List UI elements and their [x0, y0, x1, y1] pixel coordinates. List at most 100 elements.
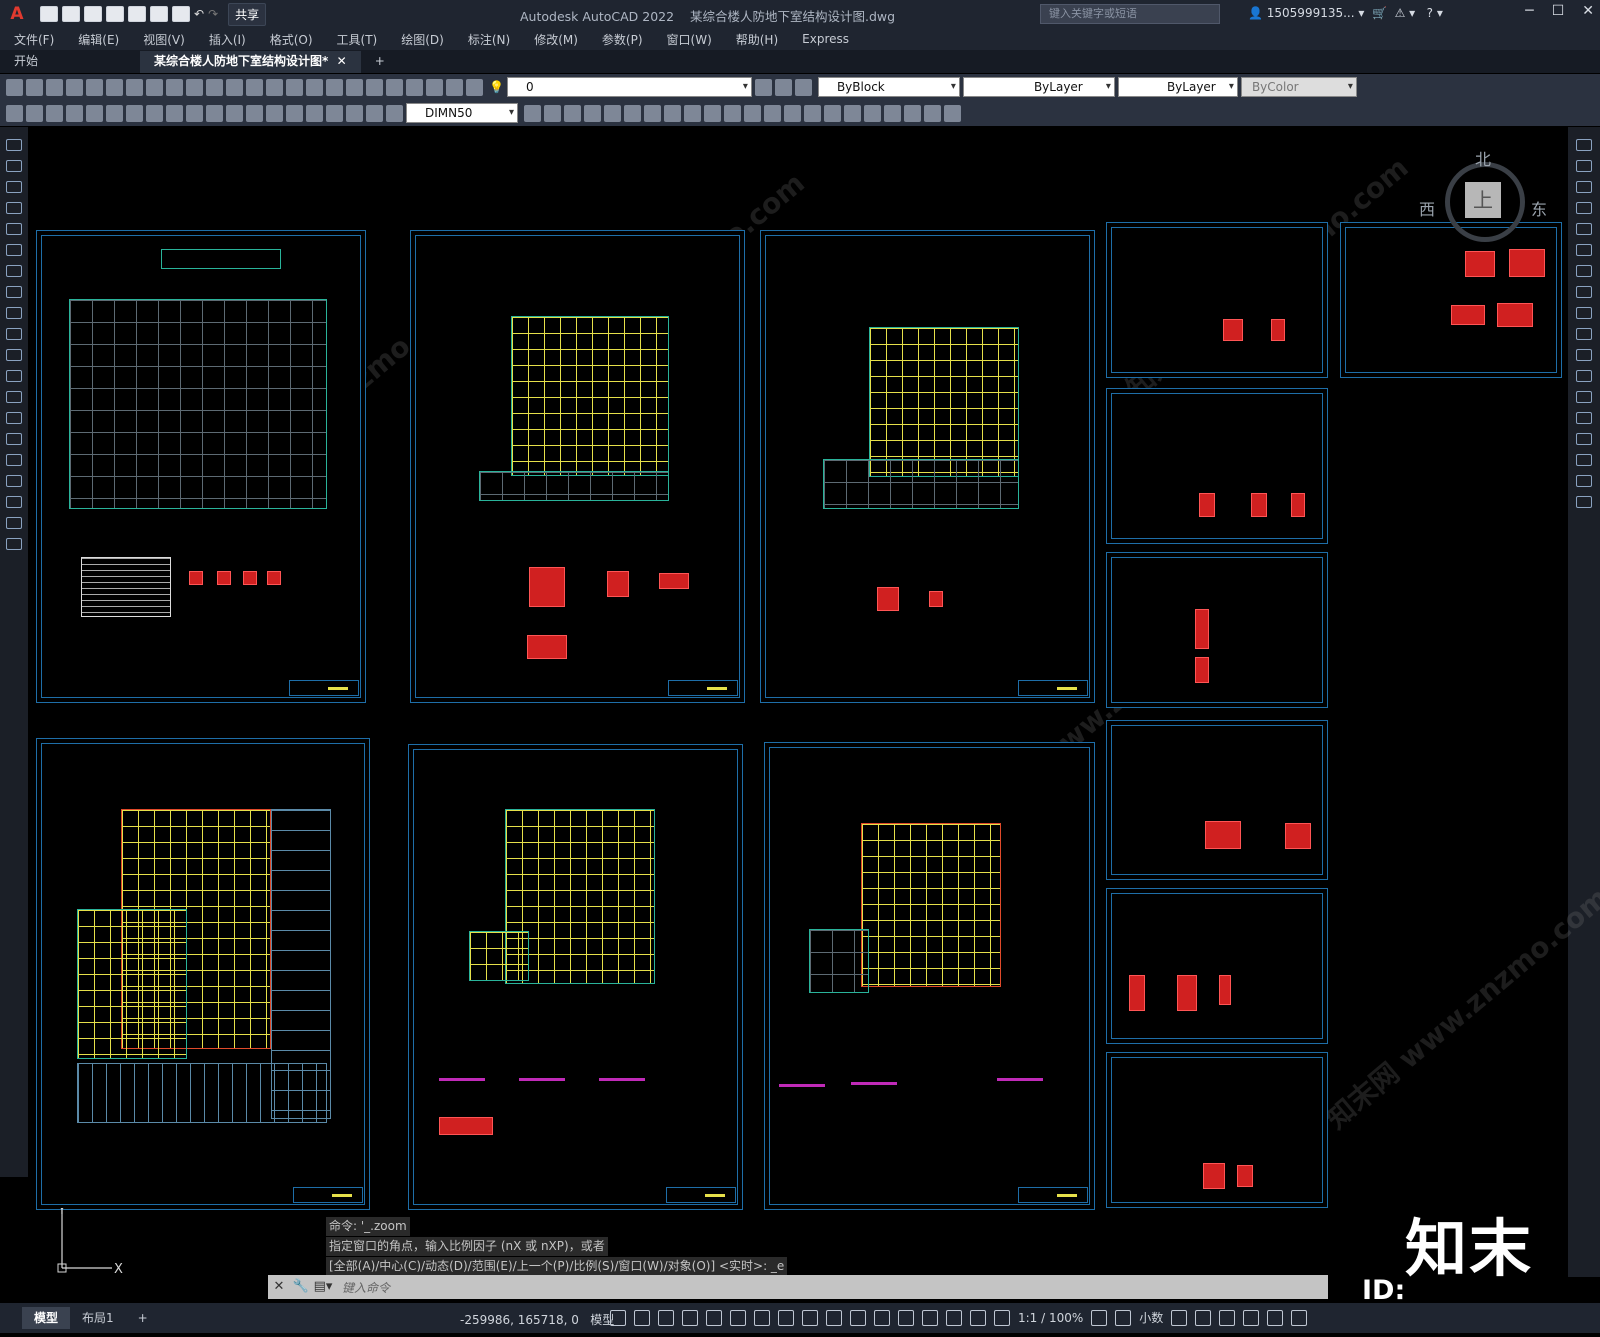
rotate-icon[interactable] — [644, 104, 661, 122]
mtext-icon[interactable] — [6, 517, 22, 529]
scale-icon[interactable] — [664, 104, 681, 122]
close-icon[interactable]: ✕ — [1582, 3, 1594, 19]
drawing-sheet-13[interactable] — [1106, 1052, 1328, 1208]
fillet-icon[interactable] — [1576, 454, 1592, 466]
3dprint-icon[interactable] — [126, 78, 143, 96]
erase-icon[interactable] — [1576, 139, 1592, 151]
array-icon[interactable] — [1576, 223, 1592, 235]
dim-aligned-icon[interactable] — [26, 104, 43, 122]
3dosnap-icon[interactable] — [874, 1309, 890, 1326]
print-icon[interactable] — [66, 78, 83, 96]
zoom-window-icon[interactable] — [326, 78, 343, 96]
add-selected-icon[interactable] — [6, 538, 22, 550]
quick-dim-icon[interactable] — [166, 104, 183, 122]
preview-icon[interactable] — [86, 78, 103, 96]
menu-parametric[interactable]: 参数(P) — [602, 31, 643, 48]
web-save-icon[interactable] — [150, 6, 168, 22]
layer-state-icon[interactable] — [774, 78, 792, 96]
dim-baseline-icon[interactable] — [186, 104, 203, 122]
dim-edit-icon[interactable] — [346, 104, 363, 122]
menu-modify[interactable]: 修改(M) — [534, 31, 578, 48]
new-tab-button[interactable]: + — [361, 51, 399, 73]
polygon-icon[interactable] — [6, 202, 22, 214]
autocad-logo-icon[interactable]: A — [4, 3, 30, 25]
dim-update-icon[interactable] — [386, 104, 403, 122]
dim-radius-icon[interactable] — [86, 104, 103, 122]
region-icon[interactable] — [6, 475, 22, 487]
user-account[interactable]: 👤 1505999135... ▾ 🛒 ⚠ ▾ ? ▾ — [1248, 6, 1443, 20]
block-editor-icon[interactable] — [226, 78, 243, 96]
menu-format[interactable]: 格式(O) — [270, 31, 313, 48]
gizmo-icon[interactable] — [946, 1309, 962, 1326]
mirror-icon[interactable] — [1576, 181, 1592, 193]
drawing-sheet-8[interactable] — [36, 738, 370, 1210]
measure-icon[interactable] — [884, 104, 901, 122]
recent-commands-icon[interactable]: ▤▾ — [312, 1276, 334, 1298]
area-icon[interactable] — [904, 104, 921, 122]
web-open-icon[interactable] — [128, 6, 146, 22]
workspace-gear-icon[interactable] — [1091, 1309, 1108, 1326]
circle-icon[interactable] — [6, 265, 22, 277]
drawing-sheet-7[interactable] — [1106, 552, 1328, 708]
layer-previous-icon[interactable] — [754, 78, 772, 96]
drawing-sheet-3[interactable] — [760, 230, 1095, 703]
annotation-scale[interactable]: 1:1 / 100% — [1018, 1311, 1083, 1325]
spline-icon[interactable] — [6, 307, 22, 319]
publish-icon[interactable] — [106, 78, 123, 96]
drawing-sheet-11[interactable] — [1106, 720, 1328, 880]
save-icon[interactable] — [46, 78, 63, 96]
chamfer-icon[interactable] — [784, 104, 801, 122]
center-mark-icon[interactable] — [286, 104, 303, 122]
menu-window[interactable]: 窗口(W) — [667, 31, 712, 48]
table-icon[interactable] — [6, 496, 22, 508]
command-line[interactable]: ✕ 🔧 ▤▾ 键入命令 — [268, 1275, 1328, 1299]
isodraft-icon[interactable] — [730, 1309, 746, 1326]
dim-angular-icon[interactable] — [146, 104, 163, 122]
explode-icon[interactable] — [1576, 496, 1592, 508]
polyline-icon[interactable] — [6, 181, 22, 193]
redo-icon[interactable] — [266, 78, 283, 96]
coordinates-readout[interactable]: -259986, 165718, 0 模型 — [460, 1311, 614, 1328]
tab-layout1[interactable]: 布局1 — [70, 1307, 126, 1329]
offset-icon[interactable] — [1576, 202, 1592, 214]
offset-icon[interactable] — [584, 104, 601, 122]
copy-object-icon[interactable] — [544, 104, 561, 122]
lock-ui-icon[interactable] — [1195, 1309, 1212, 1326]
break-icon[interactable] — [1576, 391, 1592, 403]
line-icon[interactable] — [6, 139, 22, 151]
lineweight-icon[interactable] — [802, 1309, 818, 1326]
viewcube-top-face[interactable]: 上 — [1465, 182, 1501, 218]
dim-jogged-icon[interactable] — [106, 104, 123, 122]
new-icon[interactable] — [6, 78, 23, 96]
drawing-sheet-12[interactable] — [1106, 888, 1328, 1044]
calc-icon[interactable] — [446, 78, 463, 96]
stretch-icon[interactable] — [684, 104, 701, 122]
compass-east[interactable]: 东 — [1531, 196, 1547, 220]
hatch-icon[interactable] — [6, 433, 22, 445]
dim-continue-icon[interactable] — [206, 104, 223, 122]
extend-icon[interactable] — [1576, 349, 1592, 361]
toolpalette-icon[interactable] — [386, 78, 403, 96]
menu-draw[interactable]: 绘图(D) — [401, 31, 444, 48]
extend-icon[interactable] — [724, 104, 741, 122]
blend-icon[interactable] — [1576, 475, 1592, 487]
tab-start[interactable]: 开始 — [0, 51, 140, 73]
drawing-sheet-9[interactable] — [408, 744, 743, 1210]
color-dropdown[interactable]: ByBlock — [817, 77, 960, 97]
graphics-performance-icon[interactable] — [1243, 1309, 1260, 1326]
ortho-icon[interactable] — [682, 1309, 698, 1326]
undo-icon[interactable]: ↶ — [194, 7, 204, 21]
undo-icon[interactable] — [246, 78, 263, 96]
trim-icon[interactable] — [704, 104, 721, 122]
menu-file[interactable]: 文件(F) — [14, 31, 54, 48]
polar-icon[interactable] — [706, 1309, 722, 1326]
menu-dimension[interactable]: 标注(N) — [468, 31, 510, 48]
annotation-visibility-icon[interactable] — [970, 1309, 986, 1326]
drawing-sheet-1[interactable] — [36, 230, 366, 703]
rotate-icon[interactable] — [1576, 265, 1592, 277]
rectangle-icon[interactable] — [6, 223, 22, 235]
close-tab-icon[interactable]: ✕ — [337, 54, 347, 68]
layer-dropdown[interactable]: 0 — [506, 77, 752, 97]
auto-scale-icon[interactable] — [994, 1309, 1010, 1326]
break-point-icon[interactable] — [1576, 370, 1592, 382]
